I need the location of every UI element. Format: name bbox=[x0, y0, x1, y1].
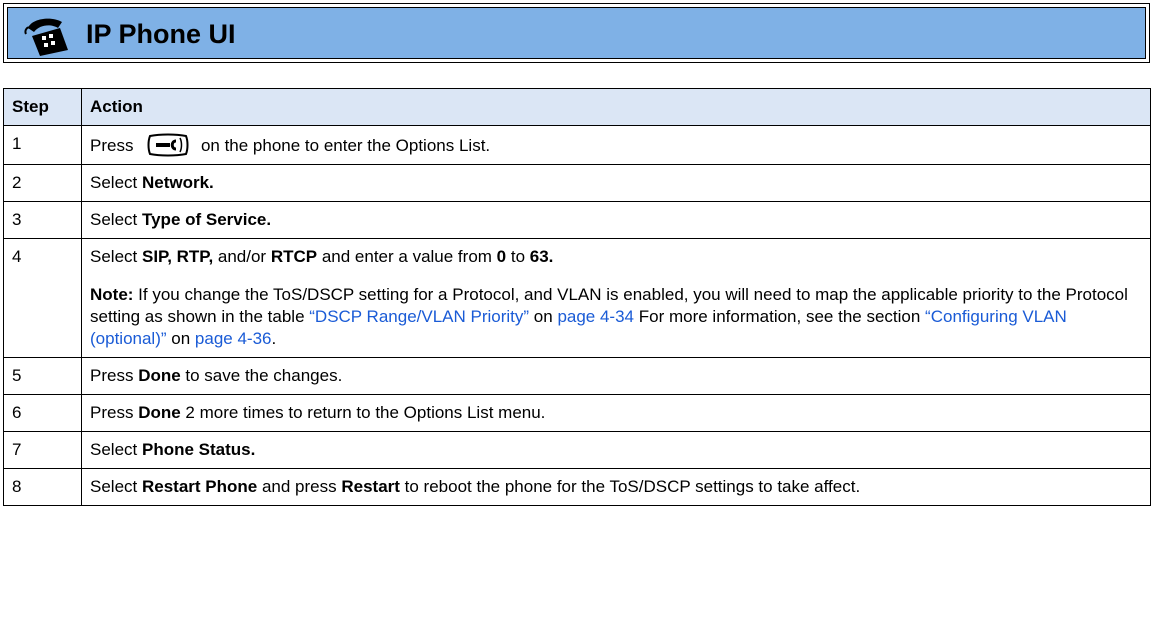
phone-icon bbox=[24, 18, 68, 56]
step-action: Press Done to save the changes. bbox=[81, 357, 1151, 395]
table-row: 7 Select Phone Status. bbox=[3, 431, 1151, 469]
table-row: 4 Select SIP, RTP, and/or RTCP and enter… bbox=[3, 238, 1151, 358]
step-number: 3 bbox=[3, 201, 82, 239]
step-number: 6 bbox=[3, 394, 82, 432]
step-action: Select Restart Phone and press Restart t… bbox=[81, 468, 1151, 506]
options-key-icon bbox=[147, 133, 189, 157]
step-action: Select SIP, RTP, and/or RTCP and enter a… bbox=[81, 238, 1151, 358]
step-action: Select Network. bbox=[81, 164, 1151, 202]
step-number: 1 bbox=[3, 125, 82, 165]
table-row: 5 Press Done to save the changes. bbox=[3, 357, 1151, 395]
column-header-step: Step bbox=[3, 88, 82, 126]
step-number: 4 bbox=[3, 238, 82, 358]
table-row: 1 Press on the phone to enter the Option… bbox=[3, 125, 1151, 165]
table-row: 3 Select Type of Service. bbox=[3, 201, 1151, 239]
step-number: 2 bbox=[3, 164, 82, 202]
table-row: 2 Select Network. bbox=[3, 164, 1151, 202]
step-action-line: Select SIP, RTP, and/or RTCP and enter a… bbox=[90, 247, 554, 266]
steps-table: Step Action 1 Press on the phone to ente… bbox=[3, 88, 1151, 506]
header-banner: IP Phone UI bbox=[3, 3, 1150, 63]
link-dscp-range-vlan-priority[interactable]: “DSCP Range/VLAN Priority” bbox=[309, 307, 529, 326]
table-header-row: Step Action bbox=[3, 88, 1151, 126]
header-banner-fill: IP Phone UI bbox=[7, 7, 1146, 59]
step-action: Press Done 2 more times to return to the… bbox=[81, 394, 1151, 432]
step-number: 7 bbox=[3, 431, 82, 469]
step-action: Select Phone Status. bbox=[81, 431, 1151, 469]
column-header-action: Action bbox=[81, 88, 1151, 126]
table-row: 8 Select Restart Phone and press Restart… bbox=[3, 468, 1151, 506]
link-page-4-36[interactable]: page 4-36 bbox=[195, 329, 272, 348]
step-number: 5 bbox=[3, 357, 82, 395]
link-page-4-34[interactable]: page 4-34 bbox=[557, 307, 634, 326]
page-title: IP Phone UI bbox=[86, 19, 236, 49]
note-paragraph: Note: If you change the ToS/DSCP setting… bbox=[90, 285, 1128, 348]
step-number: 8 bbox=[3, 468, 82, 506]
note-label: Note: bbox=[90, 285, 134, 304]
step-action: Press on the phone to enter the Options … bbox=[81, 125, 1151, 165]
step-action: Select Type of Service. bbox=[81, 201, 1151, 239]
table-row: 6 Press Done 2 more times to return to t… bbox=[3, 394, 1151, 432]
